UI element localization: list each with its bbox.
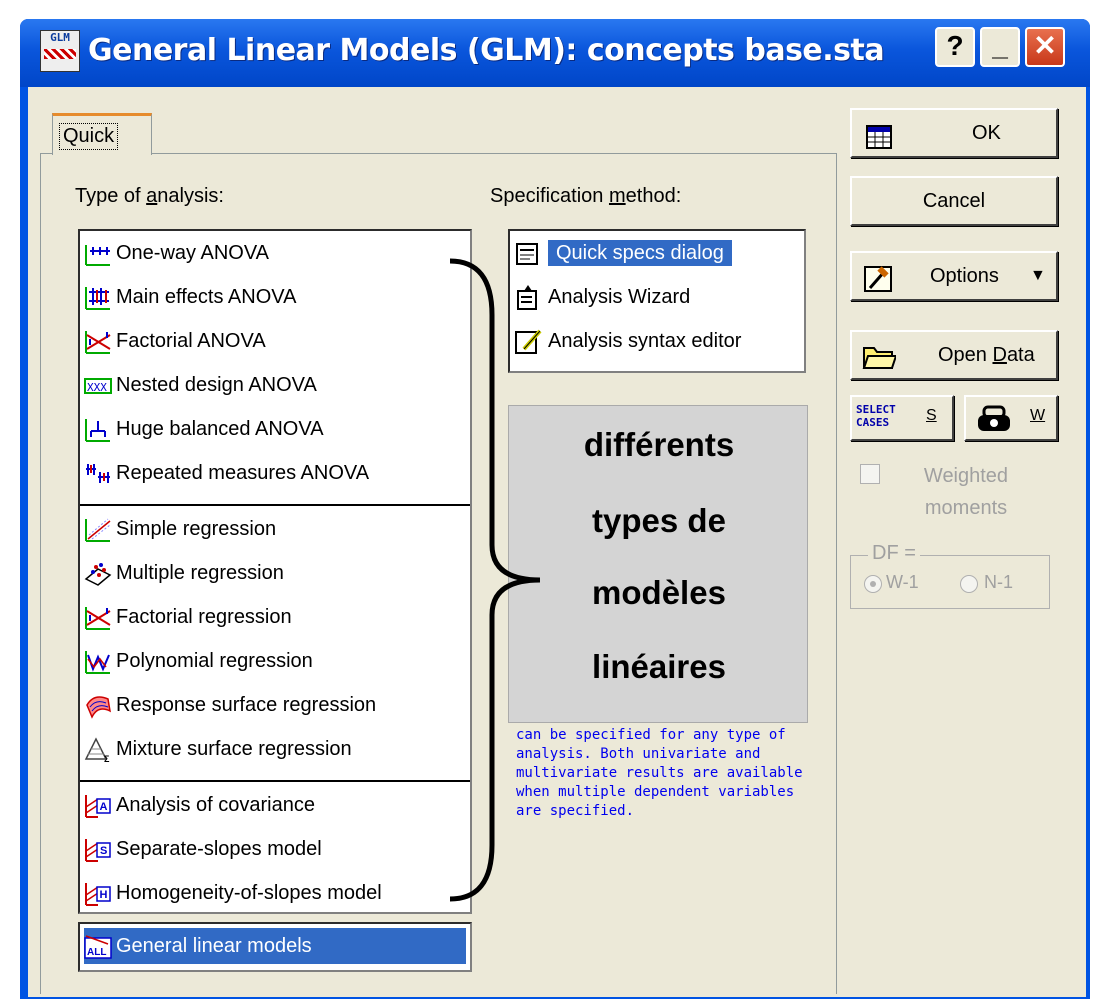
list-item-main-effects[interactable]: Main effects ANOVA [84,279,296,315]
homogeneity-slopes-icon: H [84,881,112,907]
list-item-nested-design[interactable]: XXX Nested design ANOVA [84,367,317,403]
list-item-multiple-regression[interactable]: Multiple regression [84,555,284,591]
multiple-regression-icon [84,561,112,587]
dropdown-arrow-icon: ▼ [1030,267,1046,284]
huge-balanced-icon [84,417,112,443]
list-item-general-linear-models[interactable]: ALL General linear models [84,928,466,964]
svg-text:Σ: Σ [104,754,110,763]
svg-text:A: A [100,801,108,813]
list-item-homogeneity-slopes[interactable]: H Homogeneity-of-slopes model [84,875,382,911]
minimize-button[interactable]: _ [980,27,1020,67]
factorial-regression-icon [84,605,112,631]
one-way-anova-icon [84,241,112,267]
simple-regression-icon [84,517,112,543]
window-title: General Linear Models (GLM): concepts ba… [88,33,885,68]
app-icon: GLM [40,30,80,72]
main-effects-icon [84,285,112,311]
list-item-simple-regression[interactable]: Simple regression [84,511,276,547]
tab-quick[interactable]: Quick [52,113,152,155]
hammer-icon [864,263,892,309]
annotation-line: différents [583,426,735,463]
annotation-box: différents types de modèles linéaires [508,405,808,723]
annotation-line: modèles [592,574,726,611]
specification-method-label: Specification method: [490,185,682,207]
nested-design-icon: XXX [84,373,112,399]
list-item-repeated-measures[interactable]: Repeated measures ANOVA [84,455,369,491]
specification-description: can be specified for any type of analysi… [516,727,803,819]
df-radio-n1[interactable] [960,575,978,593]
repeated-measures-icon [84,461,112,487]
group-separator [80,780,470,782]
df-radio-w1[interactable] [864,575,882,593]
weight-button[interactable]: W [964,395,1058,441]
weighted-moments-checkbox[interactable] [860,464,880,484]
mixture-surface-icon: Σ [84,737,112,764]
separate-slopes-icon: S [84,837,112,863]
df-radio-w1-label: W-1 [886,572,919,592]
weighted-moments-label: Weighted moments [923,465,1009,519]
covariance-icon: A [84,793,112,819]
svg-text:S: S [100,845,107,857]
cancel-button[interactable]: Cancel [850,176,1058,226]
help-button[interactable]: ? [935,27,975,67]
specification-method-list[interactable]: Quick specs dialog Analysis Wizard Analy… [508,229,806,373]
df-group-label: DF = [868,542,920,565]
factorial-icon [84,329,112,355]
select-cases-button[interactable]: SELECT CASES S [850,395,954,441]
polynomial-regression-icon [84,649,112,675]
analysis-type-list[interactable]: One-way ANOVA Main effects ANOVA Factori… [78,229,472,914]
svg-text:ALL: ALL [87,947,106,958]
list-item-mixture-surface[interactable]: Σ Mixture surface regression [84,731,352,767]
list-item-polynomial-regression[interactable]: Polynomial regression [84,643,313,679]
response-surface-icon [84,693,112,719]
weight-icon [976,405,1012,438]
annotation-line: linéaires [592,648,726,685]
list-item-one-way-anova[interactable]: One-way ANOVA [84,235,269,271]
list-item-response-surface[interactable]: Response surface regression [84,687,376,723]
group-separator [80,504,470,506]
list-item-factorial-anova[interactable]: Factorial ANOVA [84,323,266,359]
open-data-button[interactable]: Open Data [850,330,1058,380]
general-models-list[interactable]: ALL General linear models [78,922,472,972]
list-item-separate-slopes[interactable]: S Separate-slopes model [84,831,322,867]
list-item-covariance[interactable]: A Analysis of covariance [84,787,315,823]
list-item-huge-balanced[interactable]: Huge balanced ANOVA [84,411,324,447]
general-linear-icon: ALL [84,934,112,960]
close-button[interactable]: ✕ [1025,27,1065,67]
table-icon [866,120,892,166]
analysis-type-label: Type of analysis: [75,185,224,207]
svg-text:H: H [100,889,108,901]
annotation-line: types de [592,502,726,539]
folder-icon [862,341,898,387]
select-cases-icon: SELECT CASES [856,403,896,429]
options-button[interactable]: Options ▼ [850,251,1058,301]
df-radio-n1-label: N-1 [984,572,1014,592]
list-item-factorial-regression[interactable]: Factorial regression [84,599,292,635]
svg-text:XXX: XXX [87,381,107,394]
ok-button[interactable]: OK [850,108,1058,158]
